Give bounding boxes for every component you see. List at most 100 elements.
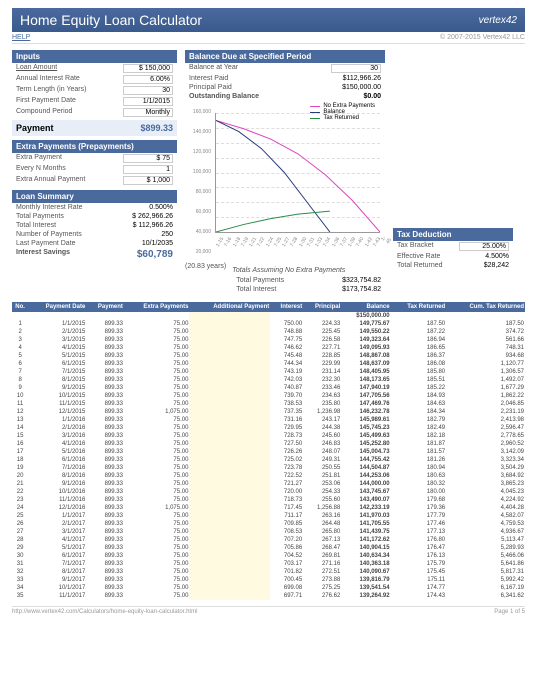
table-row: 317/1/2017899.3375.00703.17271.16140,363… [12, 560, 525, 568]
balat-label: Balance at Year [189, 64, 238, 73]
table-row: 208/1/2016899.3375.00722.52251.81144,253… [12, 472, 525, 480]
totint-label: Total Interest [16, 222, 56, 229]
tax-header: Tax Deduction [393, 228, 513, 241]
first-pay-label: First Payment Date [16, 97, 76, 106]
rate-label: Annual Interest Rate [16, 75, 80, 84]
col-header: Balance [341, 302, 390, 312]
first-pay-input[interactable]: 1/1/2015 [123, 97, 173, 106]
table-row: 284/1/2017899.3375.00707.20267.13141,172… [12, 536, 525, 544]
noextra-totint: $173,754.82 [331, 286, 381, 293]
bracket-input[interactable]: 25.00% [459, 242, 509, 251]
payment-value: $899.33 [140, 123, 173, 133]
col-header: Payment Date [28, 302, 86, 312]
table-row: 273/1/2017899.3375.00708.53265.80141,439… [12, 528, 525, 536]
table-row: 131/1/2016899.3375.00731.16243.17145,989… [12, 416, 525, 424]
table-row: 262/1/2017899.3375.00709.85264.48141,705… [12, 520, 525, 528]
help-link[interactable]: HELP [12, 34, 30, 41]
table-row: 11/1/2015899.3375.00750.00224.33149,775.… [12, 320, 525, 328]
table-row: 153/1/2016899.3375.00728.73245.60145,499… [12, 432, 525, 440]
savings-label: Interest Savings [16, 249, 70, 260]
extra-pay-input[interactable]: $ 75 [123, 154, 173, 163]
term-input[interactable]: 30 [123, 86, 173, 95]
intpaid-label: Interest Paid [189, 75, 228, 82]
table-row: 2412/1/2016899.331,075.00717.451,256.881… [12, 504, 525, 512]
years-note: (20.83 years) [185, 263, 226, 294]
table-row: 306/1/2017899.3375.00704.52269.81140,634… [12, 552, 525, 560]
table-row: 339/1/2017899.3375.00700.45273.88139,816… [12, 576, 525, 584]
table-row: 219/1/2016899.3375.00721.27253.06144,000… [12, 480, 525, 488]
totals-noextra-hdr: Totals Assuming No Extra Payments [232, 267, 385, 274]
table-row: 88/1/2015899.3375.00742.03232.30148,173.… [12, 376, 525, 384]
table-row: 295/1/2017899.3375.00705.86268.47140,904… [12, 544, 525, 552]
col-header: No. [12, 302, 28, 312]
col-header: Extra Payments [124, 302, 190, 312]
table-row: 3511/1/2017899.3375.00697.71276.62139,26… [12, 592, 525, 600]
copyright: © 2007-2015 Vertex42 LLC [440, 34, 525, 41]
logo: vertex42 [479, 15, 517, 26]
table-row: 1010/1/2015899.3375.00739.70234.63147,70… [12, 392, 525, 400]
effrate-label: Effective Rate [397, 253, 440, 260]
table-row: 3410/1/2017899.3375.00699.08275.25139,54… [12, 584, 525, 592]
footer-page: Page 1 of 5 [494, 609, 525, 615]
noextra-totpay: $323,754.82 [331, 277, 381, 284]
term-label: Term Length (in Years) [16, 86, 86, 95]
page-title: Home Equity Loan Calculator [20, 12, 202, 28]
compound-label: Compound Period [16, 108, 72, 117]
lastpay-value: 10/1/2035 [123, 240, 173, 247]
col-header: Additional Payment [189, 302, 270, 312]
savings-value: $60,789 [137, 249, 173, 260]
table-row: 2311/1/2016899.3375.00718.73255.60143,49… [12, 496, 525, 504]
mrate-value: 0.500% [123, 204, 173, 211]
table-row: 175/1/2016899.3375.00726.26248.07145,004… [12, 448, 525, 456]
table-row: 22/1/2015899.3375.00748.88225.45149,550.… [12, 328, 525, 336]
totpay-label: Total Payments [16, 213, 64, 220]
schedule-table: No.Payment DatePaymentExtra PaymentsAddi… [12, 302, 525, 600]
annual-extra-label: Extra Annual Payment [16, 176, 85, 185]
mrate-label: Monthly Interest Rate [16, 204, 83, 211]
col-header: Cum. Tax Returned [446, 302, 525, 312]
intpaid-value: $112,966.26 [331, 75, 381, 82]
numpay-value: 250 [123, 231, 173, 238]
lastpay-label: Last Payment Date [16, 240, 76, 247]
table-row: 186/1/2016899.3375.00725.02249.31144,755… [12, 456, 525, 464]
col-header: Payment [86, 302, 124, 312]
totpay-value: $ 262,966.26 [123, 213, 173, 220]
rate-input[interactable]: 6.00% [123, 75, 173, 84]
extra-header: Extra Payments (Prepayments) [12, 140, 177, 153]
table-row: 328/1/2017899.3375.00701.82272.51140,090… [12, 568, 525, 576]
annual-extra-input[interactable]: $ 1,000 [123, 176, 173, 185]
every-input[interactable]: 1 [123, 165, 173, 174]
totret-label: Total Returned [397, 262, 443, 269]
table-row: 99/1/2015899.3375.00740.87233.46147,940.… [12, 384, 525, 392]
footer-url: http://www.vertex42.com/Calculators/home… [12, 609, 197, 615]
payment-label: Payment [16, 123, 54, 133]
table-row: 251/1/2017899.3375.00711.17263.16141,970… [12, 512, 525, 520]
totret-value: $28,242 [459, 262, 509, 269]
effrate-value: 4.500% [459, 253, 509, 260]
table-row: 142/1/2016899.3375.00729.95244.38145,745… [12, 424, 525, 432]
balance-chart: No Extra Payments Balance Tax Returned 2… [185, 103, 385, 263]
compound-input[interactable]: Monthly [123, 108, 173, 117]
table-row: 66/1/2015899.3375.00744.34229.99148,637.… [12, 360, 525, 368]
table-row: 2210/1/2016899.3375.00720.00254.33143,74… [12, 488, 525, 496]
loan-amount-label[interactable]: Loan Amount [16, 64, 57, 73]
bracket-label: Tax Bracket [397, 242, 434, 251]
table-row: 197/1/2016899.3375.00723.78250.55144,504… [12, 464, 525, 472]
table-row: 77/1/2015899.3375.00743.19231.14148,405.… [12, 368, 525, 376]
balat-input[interactable]: 30 [331, 64, 381, 73]
col-header: Tax Returned [391, 302, 447, 312]
every-label: Every N Months [16, 165, 66, 174]
outstand-value: $0.00 [331, 93, 381, 100]
table-row: 164/1/2016899.3375.00727.50246.83145,252… [12, 440, 525, 448]
col-header: Principal [303, 302, 341, 312]
col-header: Interest [270, 302, 303, 312]
table-row: 1212/1/2015899.331,075.00737.351,236.981… [12, 408, 525, 416]
loan-amount-input[interactable]: $ 150,000 [123, 64, 173, 73]
outstand-label: Outstanding Balance [189, 93, 259, 100]
table-row: 33/1/2015899.3375.00747.75226.58149,323.… [12, 336, 525, 344]
numpay-label: Number of Payments [16, 231, 82, 238]
inputs-header: Inputs [12, 50, 177, 63]
table-row: 1111/1/2015899.3375.00738.53235.80147,46… [12, 400, 525, 408]
extra-pay-label: Extra Payment [16, 154, 62, 163]
balance-header: Balance Due at Specified Period [185, 50, 385, 63]
